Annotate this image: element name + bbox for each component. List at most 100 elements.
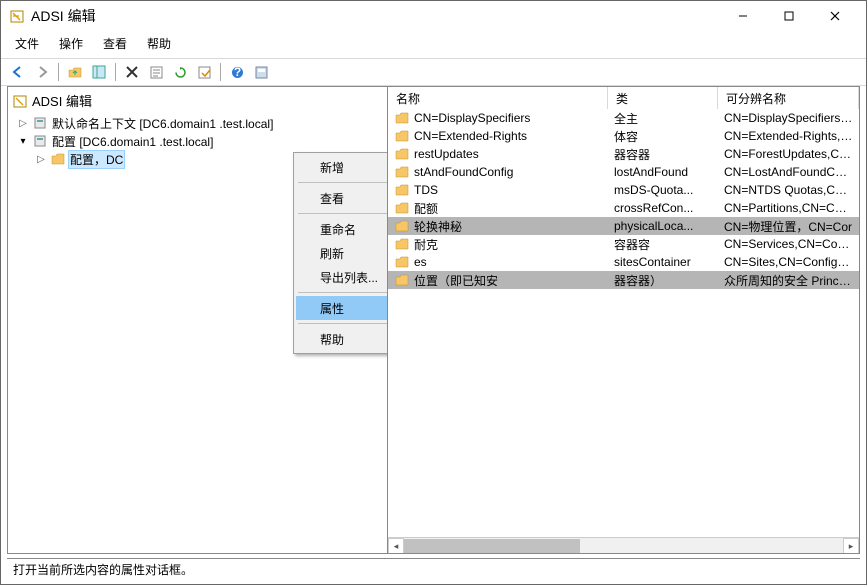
back-button[interactable] <box>7 61 29 83</box>
list-row[interactable]: CN=DisplaySpecifiers全主CN=DisplaySpecifie… <box>388 109 859 127</box>
cell-name: 耐克 <box>388 236 608 253</box>
cell-name: CN=Extended-Rights <box>388 128 608 144</box>
cell-name: TDS <box>388 182 608 198</box>
maximize-button[interactable] <box>766 1 812 31</box>
horizontal-scrollbar[interactable]: ◂ ▸ <box>388 537 859 553</box>
cell-name: CN=DisplaySpecifiers <box>388 110 608 126</box>
ctx-label: 属性 <box>320 300 344 317</box>
workspace: ADSI 编辑 ▷ 默认命名上下文 [DC6.domain1 .test.loc… <box>7 86 860 554</box>
tree-node-configuration[interactable]: ▾ 配置 [DC6.domain1 .test.local] <box>12 132 383 150</box>
title-bar: ADSI 编辑 <box>1 1 866 31</box>
cell-name-text: CN=Extended-Rights <box>414 129 527 143</box>
tree-node-default-naming[interactable]: ▷ 默认命名上下文 [DC6.domain1 .test.local] <box>12 114 383 132</box>
ctx-new[interactable]: 新增 <box>296 155 388 179</box>
list-header: 名称 类 可分辨名称 <box>388 87 859 109</box>
menu-action[interactable]: 操作 <box>51 33 91 54</box>
tree-node-label: 配置，DC <box>68 150 125 169</box>
properties-button[interactable] <box>145 61 167 83</box>
ctx-view[interactable]: 查看 <box>296 186 388 210</box>
list-row[interactable]: 耐克容器容CN=Services,CN=Configuration, <box>388 235 859 253</box>
cell-class: 容器容 <box>608 236 718 253</box>
ctx-properties[interactable]: 属性 <box>296 296 388 320</box>
svg-text:?: ? <box>233 66 240 79</box>
ctx-label: 新增 <box>320 159 344 176</box>
settings-button[interactable] <box>250 61 272 83</box>
list-row[interactable]: CN=Extended-Rights 体容CN=Extended-Rights,C… <box>388 127 859 145</box>
tree-root[interactable]: ADSI 编辑 <box>8 87 387 112</box>
help-button[interactable]: ? <box>226 61 248 83</box>
column-name[interactable]: 名称 <box>388 87 608 109</box>
cell-class: msDS-Quota... <box>608 183 718 197</box>
list-row[interactable]: 配额 crossRefCon...CN=Partitions,CN=Configu… <box>388 199 859 217</box>
cell-dn: CN=Extended-Rights,CN=Confi <box>718 129 859 143</box>
folder-icon <box>394 110 410 126</box>
cell-class: 器容器 <box>608 146 718 163</box>
list-row[interactable]: 位置（即已知安器容器）众所周知的安全 Principe <box>388 271 859 289</box>
context-menu: 新增 查看 重命名 刷新 导出列表... 属性 帮助 <box>293 152 388 354</box>
folder-icon <box>394 218 410 234</box>
list-row[interactable]: stAndFoundConfiglostAndFoundCN=LostAndFo… <box>388 163 859 181</box>
status-text: 打开当前所选内容的属性对话框。 <box>13 561 193 578</box>
ctx-separator <box>298 213 388 214</box>
close-button[interactable] <box>812 1 858 31</box>
scroll-left-button[interactable]: ◂ <box>388 538 404 553</box>
list-row[interactable]: essitesContainerCN=Sites,CN=Configuratio… <box>388 253 859 271</box>
menu-help[interactable]: 帮助 <box>139 33 179 54</box>
ctx-rename[interactable]: 重命名 <box>296 217 388 241</box>
cell-dn: CN=DisplaySpecifiers,CN=Confi <box>718 111 859 125</box>
folder-icon <box>394 200 410 216</box>
cell-dn: CN=ForestUpdates,CN=Configu <box>718 147 859 161</box>
list-pane: 名称 类 可分辨名称 CN=DisplaySpecifiers全主CN=Disp… <box>388 87 859 553</box>
cell-name: stAndFoundConfig <box>388 164 608 180</box>
folder-icon <box>394 236 410 252</box>
expand-icon[interactable]: ▷ <box>16 116 30 130</box>
scroll-track[interactable] <box>404 538 843 553</box>
cell-dn: CN=Partitions,CN=Configuratio <box>718 201 859 215</box>
delete-button[interactable] <box>121 61 143 83</box>
minimize-button[interactable] <box>720 1 766 31</box>
ctx-refresh[interactable]: 刷新 <box>296 241 388 265</box>
cell-name-text: es <box>414 255 427 269</box>
expand-icon[interactable]: ▷ <box>34 152 48 166</box>
refresh-button[interactable] <box>169 61 191 83</box>
folder-icon <box>50 151 66 167</box>
toolbar-separator <box>115 63 116 81</box>
cell-name: restUpdates <box>388 146 608 162</box>
cell-name-text: restUpdates <box>414 147 479 161</box>
menu-view[interactable]: 查看 <box>95 33 135 54</box>
column-dn[interactable]: 可分辨名称 <box>718 87 859 109</box>
cell-name-text: 轮换神秘 <box>414 218 462 235</box>
container-icon <box>32 115 48 131</box>
export-button[interactable] <box>193 61 215 83</box>
list-row[interactable]: TDS msDS-Quota...CN=NTDS Quotas,CN=Config… <box>388 181 859 199</box>
cell-dn: CN=NTDS Quotas,CN=Configur <box>718 183 859 197</box>
toolbar-separator <box>220 63 221 81</box>
folder-icon <box>394 182 410 198</box>
cell-name-text: 配额 <box>414 200 438 217</box>
show-tree-button[interactable] <box>88 61 110 83</box>
ctx-label: 刷新 <box>320 245 344 262</box>
cell-name-text: TDS <box>414 183 438 197</box>
cell-class: 体容 <box>608 128 718 145</box>
collapse-icon[interactable]: ▾ <box>16 134 30 148</box>
list-row[interactable]: restUpdates 器容器CN=ForestUpdates,CN=Config… <box>388 145 859 163</box>
folder-icon <box>394 254 410 270</box>
toolbar: ? <box>1 58 866 86</box>
tree-root-label: ADSI 编辑 <box>32 91 92 110</box>
list-body[interactable]: CN=DisplaySpecifiers全主CN=DisplaySpecifie… <box>388 109 859 537</box>
column-class[interactable]: 类 <box>608 87 718 109</box>
ctx-help[interactable]: 帮助 <box>296 327 388 351</box>
cell-dn: CN=Services,CN=Configuration, <box>718 237 859 251</box>
list-row[interactable]: 轮换神秘physicalLoca...CN=物理位置，CN=Cor <box>388 217 859 235</box>
ctx-export[interactable]: 导出列表... <box>296 265 388 289</box>
scroll-thumb[interactable] <box>404 539 580 553</box>
cell-name: es <box>388 254 608 270</box>
cell-class: crossRefCon... <box>608 201 718 215</box>
menu-file[interactable]: 文件 <box>7 33 47 54</box>
ctx-label: 导出列表... <box>320 269 378 286</box>
tree-node-label: 配置 [DC6.domain1 .test.local] <box>50 133 215 150</box>
cell-name: 位置（即已知安 <box>388 272 608 289</box>
up-button[interactable] <box>64 61 86 83</box>
scroll-right-button[interactable]: ▸ <box>843 538 859 553</box>
forward-button[interactable] <box>31 61 53 83</box>
